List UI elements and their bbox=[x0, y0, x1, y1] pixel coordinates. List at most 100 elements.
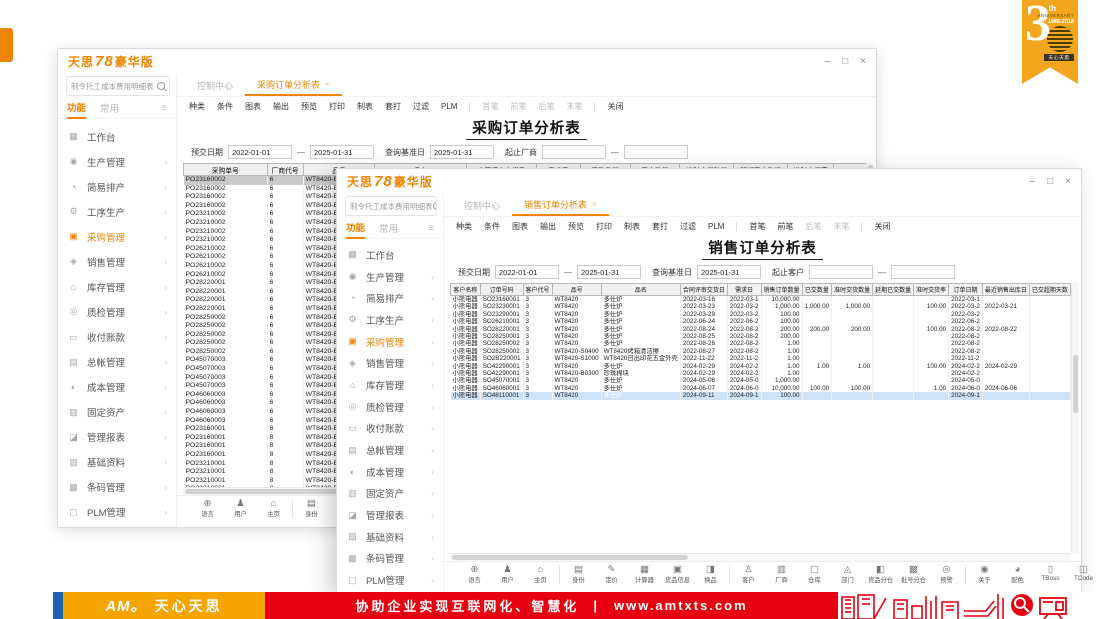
vendor-to-field[interactable] bbox=[624, 145, 688, 159]
cell[interactable]: WT8420 bbox=[552, 326, 601, 333]
hamburger-icon[interactable]: ≡ bbox=[428, 223, 434, 234]
sidebar-item-工作台[interactable]: ▦工作台 bbox=[58, 124, 176, 149]
toolbar-配色[interactable]: ◕配色 bbox=[1001, 565, 1034, 584]
cell[interactable]: PO26210002 bbox=[184, 253, 268, 262]
cell[interactable] bbox=[832, 296, 873, 304]
cell[interactable] bbox=[982, 340, 1029, 347]
cell[interactable]: WT8420-B0300 bbox=[552, 370, 601, 377]
cell[interactable]: 6 bbox=[267, 219, 303, 228]
cell[interactable] bbox=[873, 392, 914, 399]
table-row[interactable]: 小熊电器SO262100013WT8420多仕炉2022-06-242022-0… bbox=[451, 318, 1080, 325]
sidebar-item-简易排产[interactable]: ◔简易排产› bbox=[337, 287, 443, 309]
sidebar-item-库存管理[interactable]: ⌂库存管理› bbox=[58, 274, 176, 299]
cell[interactable]: 2024-06-07 bbox=[680, 385, 727, 392]
cell[interactable] bbox=[873, 303, 914, 310]
sidebar-item-管理报表[interactable]: ◪管理报表› bbox=[337, 504, 443, 526]
cell[interactable]: 100.00 bbox=[802, 385, 832, 392]
sidebar-item-基础资料[interactable]: ▧基础资料› bbox=[337, 526, 443, 548]
tab-采购订单分析表[interactable]: 采购订单分析表× bbox=[245, 74, 342, 96]
cell[interactable]: 1,000.00 bbox=[802, 303, 832, 310]
cell[interactable] bbox=[982, 348, 1029, 355]
menu-item-过滤[interactable]: 过滤 bbox=[680, 221, 696, 232]
cell[interactable] bbox=[1029, 333, 1070, 340]
toolbar-批号分仓[interactable]: ▩批号分仓 bbox=[897, 565, 930, 584]
cell[interactable]: SO23160001 bbox=[480, 296, 523, 304]
cell[interactable] bbox=[1029, 370, 1070, 377]
cell[interactable]: PO28220001 bbox=[184, 305, 268, 314]
vertical-scrollbar[interactable] bbox=[1071, 283, 1079, 553]
cell[interactable]: 200.00 bbox=[832, 326, 873, 333]
cell[interactable] bbox=[1029, 326, 1070, 333]
cell[interactable]: 6 bbox=[267, 202, 303, 211]
table-row[interactable]: 小熊电器SO422900013WT8420-B0300珍珠棉块2024-02-2… bbox=[451, 370, 1080, 377]
cell[interactable]: 小熊电器 bbox=[451, 340, 481, 347]
cell[interactable] bbox=[982, 377, 1029, 384]
cell[interactable]: 2022-03-16 bbox=[680, 296, 727, 304]
cell[interactable]: 10,000.00 bbox=[761, 296, 802, 304]
sidebar-item-工作台[interactable]: ▦工作台 bbox=[337, 244, 443, 266]
cell[interactable]: SO42290001 bbox=[480, 363, 523, 370]
cell[interactable]: WT8420 bbox=[552, 296, 601, 304]
cell[interactable]: 100.00 bbox=[761, 311, 802, 318]
cell[interactable]: 2022-08-2 bbox=[949, 326, 983, 333]
toolbar-主页[interactable]: ⌂主页 bbox=[524, 565, 557, 584]
cell[interactable] bbox=[802, 311, 832, 318]
sidebar-item-固定资产[interactable]: ▥固定资产› bbox=[58, 400, 176, 425]
sidebar-item-简易排产[interactable]: ◔简易排产› bbox=[58, 174, 176, 199]
cell[interactable] bbox=[982, 392, 1029, 399]
cell[interactable]: 6 bbox=[267, 305, 303, 314]
cell[interactable]: 6 bbox=[267, 382, 303, 391]
cell[interactable]: PO28250002 bbox=[184, 331, 268, 340]
cell[interactable] bbox=[802, 392, 832, 399]
cell[interactable]: WT8420 bbox=[552, 377, 601, 384]
cell[interactable] bbox=[914, 296, 949, 304]
cell[interactable]: 8 bbox=[267, 451, 303, 460]
cell[interactable]: SO28250001 bbox=[480, 333, 523, 340]
cell[interactable]: 多仕炉 bbox=[601, 318, 680, 325]
cell[interactable]: 1.00 bbox=[761, 363, 802, 370]
sidebar-item-收付账款[interactable]: ▭收付账款› bbox=[337, 418, 443, 440]
toolbar-TCode[interactable]: ◫TCode bbox=[1067, 565, 1100, 582]
cell[interactable]: 多仕炉 bbox=[601, 385, 680, 392]
cell[interactable]: 6 bbox=[267, 271, 303, 280]
cell[interactable] bbox=[832, 311, 873, 318]
table-row[interactable]: 小熊电器SO481100013WT8420多仕炉2024-09-112024-0… bbox=[451, 392, 1080, 399]
close-tab-icon[interactable]: × bbox=[592, 200, 597, 209]
cell[interactable] bbox=[982, 370, 1029, 377]
cell[interactable]: 2024-09-11 bbox=[680, 392, 727, 399]
cell[interactable]: 8 bbox=[267, 425, 303, 434]
cell[interactable]: PO23210001 bbox=[184, 460, 268, 469]
cell[interactable]: SO28250002 bbox=[480, 348, 523, 355]
toolbar-身份[interactable]: ▤身份 bbox=[295, 499, 328, 518]
cell[interactable] bbox=[914, 318, 949, 325]
cell[interactable] bbox=[873, 326, 914, 333]
cell[interactable]: SO23230001 bbox=[480, 303, 523, 310]
column-header-需求日[interactable]: 需求日 bbox=[727, 284, 761, 296]
cell[interactable]: 小熊电器 bbox=[451, 377, 481, 384]
table-row[interactable]: 小熊电器SO282500013WT8420多仕炉2022-08-252022-0… bbox=[451, 333, 1080, 340]
menu-item-制表[interactable]: 制表 bbox=[624, 221, 640, 232]
cell[interactable]: 3 bbox=[523, 392, 552, 399]
cell[interactable]: 2022-06-2 bbox=[727, 318, 761, 325]
cell[interactable]: 3 bbox=[523, 355, 552, 362]
sidebar-item-质检管理[interactable]: ◎质检管理› bbox=[58, 299, 176, 324]
cell[interactable] bbox=[914, 355, 949, 362]
cell[interactable] bbox=[832, 392, 873, 399]
cell[interactable]: PO45070003 bbox=[184, 356, 268, 365]
cell[interactable]: 200.00 bbox=[761, 326, 802, 333]
column-header-品名[interactable]: 品名 bbox=[601, 284, 680, 296]
cell[interactable]: PO23210002 bbox=[184, 210, 268, 219]
cell[interactable] bbox=[914, 370, 949, 377]
cell[interactable]: WT8420 bbox=[552, 385, 601, 392]
column-header-客户名称[interactable]: 客户名称 bbox=[451, 284, 481, 296]
cell[interactable]: 2022-08-2 bbox=[727, 340, 761, 347]
cell[interactable]: PO46060003 bbox=[184, 391, 268, 400]
cell[interactable]: 2024-02-2 bbox=[949, 370, 983, 377]
cell[interactable]: PO26210002 bbox=[184, 271, 268, 280]
cell[interactable]: 小熊电器 bbox=[451, 355, 481, 362]
menu-item-图表[interactable]: 图表 bbox=[512, 221, 528, 232]
date-to-field[interactable]: 2025-01-31 bbox=[310, 145, 374, 159]
cell[interactable]: 2022-06-2 bbox=[949, 318, 983, 325]
cell[interactable] bbox=[1029, 296, 1070, 304]
cell[interactable] bbox=[1029, 348, 1070, 355]
